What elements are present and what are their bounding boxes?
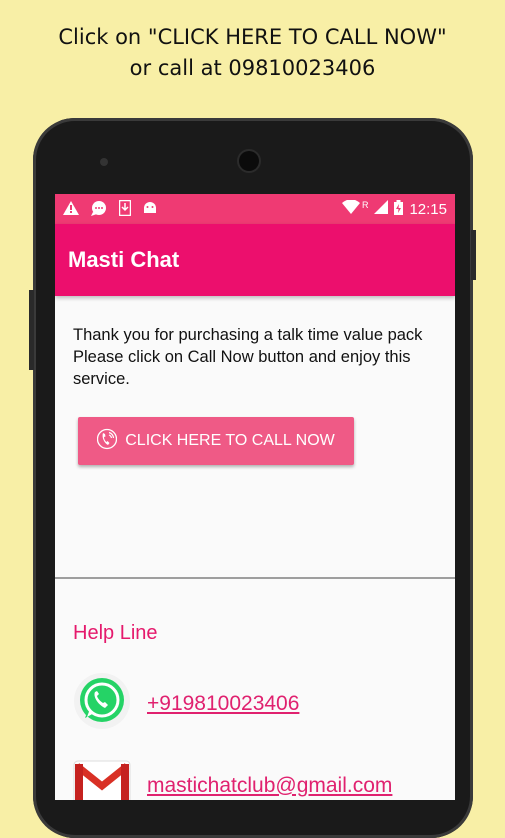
email-contact-row: mastichatclub@gmail.com bbox=[73, 760, 392, 800]
volume-button bbox=[471, 230, 476, 280]
front-sensor bbox=[100, 158, 108, 166]
signal-icon bbox=[374, 200, 389, 218]
warning-icon bbox=[63, 201, 79, 217]
app-bar: Masti Chat bbox=[55, 224, 455, 296]
phone-screen: R 12:15 Masti Chat Thank you for purchas… bbox=[55, 194, 455, 800]
status-bar: R 12:15 bbox=[55, 194, 455, 224]
caption-line-1: Click on "CLICK HERE TO CALL NOW" bbox=[58, 25, 447, 49]
caption-line-2: or call at 09810023406 bbox=[129, 56, 376, 80]
helpline-phone-link[interactable]: +919810023406 bbox=[147, 692, 299, 716]
message-line-1: Thank you for purchasing a talk time val… bbox=[73, 326, 423, 344]
chat-icon bbox=[91, 200, 107, 218]
battery-charging-icon bbox=[394, 199, 404, 219]
app-title: Masti Chat bbox=[68, 247, 180, 272]
helpline-email-link[interactable]: mastichatclub@gmail.com bbox=[147, 774, 392, 798]
gmail-icon bbox=[73, 760, 131, 800]
status-time: 12:15 bbox=[409, 200, 447, 218]
call-now-label: CLICK HERE TO CALL NOW bbox=[125, 432, 335, 449]
front-camera bbox=[239, 151, 259, 171]
wifi-icon bbox=[341, 199, 360, 218]
message-line-3: service. bbox=[73, 370, 130, 388]
android-icon bbox=[143, 201, 157, 217]
purchase-message: Thank you for purchasing a talk time val… bbox=[73, 324, 455, 390]
helpline-title: Help Line bbox=[73, 622, 158, 644]
message-line-2: Please click on Call Now button and enjo… bbox=[73, 348, 411, 366]
roaming-indicator: R bbox=[361, 199, 369, 210]
whatsapp-contact-row: +919810023406 bbox=[73, 672, 299, 735]
call-now-button[interactable]: CLICK HERE TO CALL NOW bbox=[78, 417, 354, 465]
power-button bbox=[29, 290, 34, 370]
promo-caption: Click on "CLICK HERE TO CALL NOW" or cal… bbox=[0, 22, 505, 84]
section-divider bbox=[55, 577, 455, 579]
phone-call-icon bbox=[97, 428, 118, 455]
download-icon bbox=[118, 199, 132, 218]
whatsapp-icon bbox=[73, 672, 131, 735]
